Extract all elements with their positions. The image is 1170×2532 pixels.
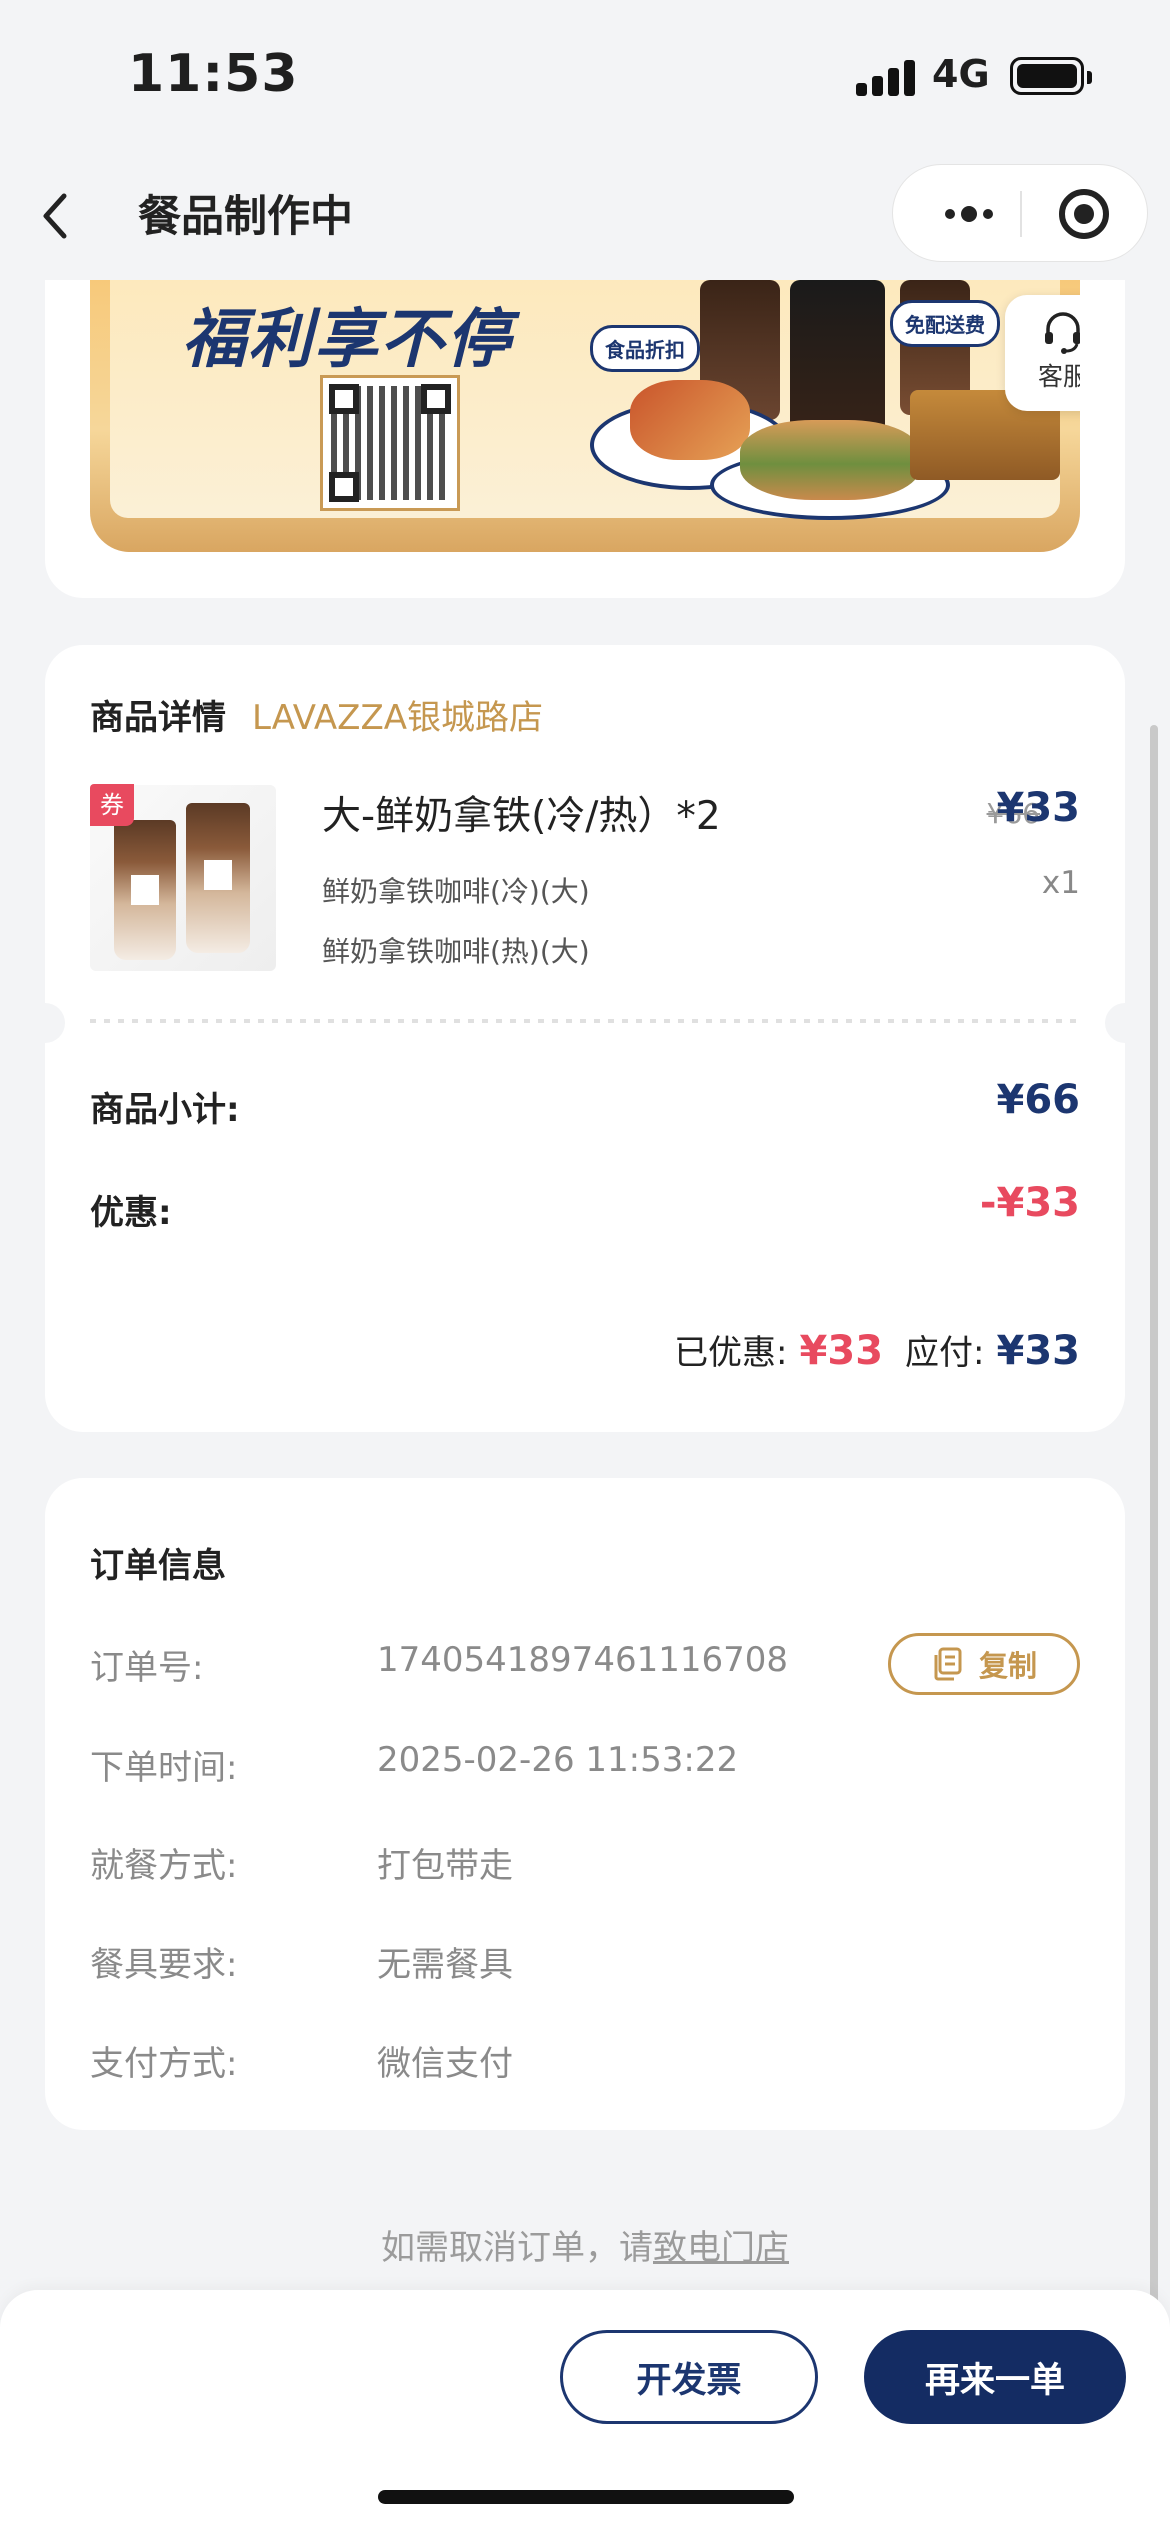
headset-icon [1045, 312, 1080, 354]
cancel-notice: 如需取消订单，请致电门店 [0, 2220, 1170, 2269]
wrap-image [630, 380, 750, 460]
customer-service-button[interactable]: 客服 [1005, 295, 1080, 411]
card-notch [25, 1003, 65, 1043]
subtotal-label: 商品小计: [90, 1090, 240, 1130]
miniprogram-capsule [892, 164, 1148, 262]
payable-label: 应付: [905, 1333, 985, 1373]
capsule-divider [1020, 191, 1022, 237]
card-notch [1105, 1003, 1145, 1043]
store-name: LAVAZZA银城路店 [252, 698, 543, 738]
copy-label: 复制 [978, 1649, 1037, 1683]
more-button[interactable] [925, 165, 1013, 263]
saved-value: ¥33 [799, 1328, 884, 1374]
sandwich-image [740, 420, 920, 500]
back-button[interactable] [36, 188, 76, 244]
tag-food-discount: 食品折扣 [590, 325, 700, 372]
order-time-label: 下单时间: [90, 1748, 238, 1788]
call-store-link[interactable]: 致电门店 [653, 2228, 789, 2268]
product-quantity: x1 [1041, 865, 1080, 901]
subtotal-value: ¥66 [996, 1077, 1081, 1123]
coupon-badge: 券 [90, 784, 134, 826]
page-title: 餐品制作中 [138, 192, 353, 242]
discount-label: 优惠: [90, 1193, 172, 1233]
status-bar: 11:53 4G [0, 0, 1170, 150]
product-name: 大-鲜奶拿铁(冷/热）*2 [322, 794, 721, 839]
banner-inner: 福利享不停 食品折扣 免配送费 [110, 280, 1060, 520]
cutlery-value: 无需餐具 [377, 1945, 513, 1985]
banner-headline: 福利享不停 [182, 303, 512, 377]
order-time-value: 2025-02-26 11:53:22 [377, 1740, 739, 1780]
promo-banner[interactable]: 福利享不停 食品折扣 免配送费 客服 [90, 280, 1080, 552]
copy-icon [934, 1647, 962, 1681]
close-miniprogram-button[interactable] [1059, 189, 1109, 239]
cancel-notice-text: 如需取消订单，请 [381, 2228, 653, 2268]
order-info-card: 订单信息 订单号: 1740541897461116708 复制 下单时间: 2… [45, 1478, 1125, 2130]
reorder-button[interactable]: 再来一单 [864, 2330, 1126, 2424]
qr-code [320, 375, 460, 511]
battery-icon [1010, 57, 1092, 95]
dashed-divider [90, 1019, 1080, 1023]
payment-summary: 已优惠: ¥33 应付: ¥33 [674, 1325, 1080, 1374]
product-price: ¥33 [996, 785, 1081, 831]
signal-icon [856, 60, 916, 96]
tag-free-delivery: 免配送费 [890, 300, 1000, 347]
payable-value: ¥33 [996, 1328, 1081, 1374]
product-variant: 鲜奶拿铁咖啡(热)(大) [322, 935, 590, 968]
network-type: 4G [932, 52, 990, 96]
product-variant: 鲜奶拿铁咖啡(冷)(大) [322, 875, 590, 908]
chevron-left-icon [43, 193, 67, 239]
customer-service-label: 客服 [1037, 362, 1080, 391]
copy-button[interactable]: 复制 [888, 1633, 1080, 1695]
cutlery-label: 餐具要求: [90, 1945, 238, 1985]
home-indicator[interactable] [378, 2490, 794, 2504]
order-number-label: 订单号: [90, 1648, 204, 1688]
discount-value: -¥33 [979, 1180, 1080, 1226]
scrollbar[interactable] [1150, 725, 1158, 2345]
dining-method-value: 打包带走 [377, 1846, 513, 1886]
section-title: 商品详情 [90, 698, 226, 738]
payment-method-value: 微信支付 [377, 2044, 513, 2084]
status-time: 11:53 [128, 44, 299, 104]
section-title: 订单信息 [90, 1546, 226, 1586]
order-number-value: 1740541897461116708 [377, 1640, 789, 1680]
invoice-button[interactable]: 开发票 [560, 2330, 818, 2424]
product-details-card: 商品详情 LAVAZZA银城路店 券 大-鲜奶拿铁(冷/热）*2 鲜奶拿铁咖啡(… [25, 645, 1145, 1432]
nav-bar: 餐品制作中 [0, 150, 1170, 280]
dining-method-label: 就餐方式: [90, 1846, 238, 1886]
saved-label: 已优惠: [674, 1333, 788, 1373]
promo-card: 福利享不停 食品折扣 免配送费 客服 [45, 280, 1125, 598]
payment-method-label: 支付方式: [90, 2044, 238, 2084]
